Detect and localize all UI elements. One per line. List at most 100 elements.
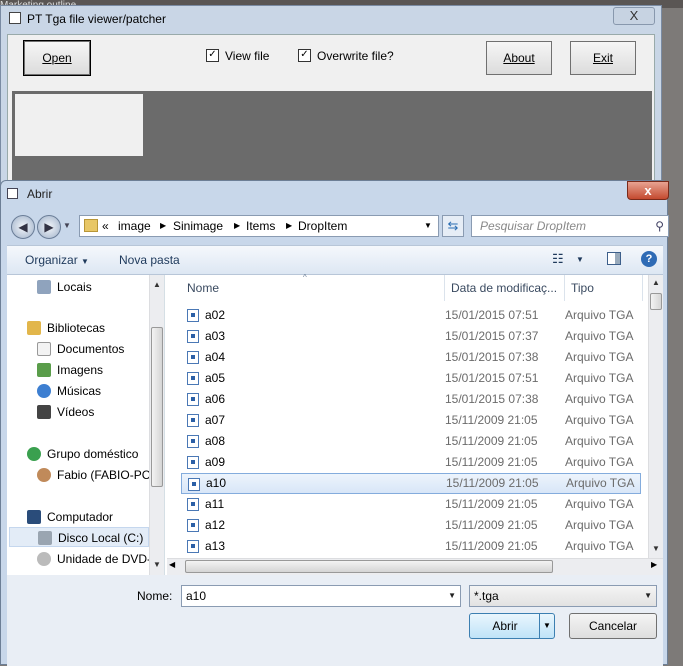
- exit-button[interactable]: Exit: [570, 41, 636, 75]
- file-type: Arquivo TGA: [565, 350, 634, 364]
- address-bar[interactable]: « image ▶ Sinimage ▶ Items ▶ DropItem ▼: [79, 215, 439, 237]
- separator-icon: ▶: [286, 221, 293, 230]
- tga-file-icon: [187, 435, 199, 448]
- file-row[interactable]: a04 15/01/2015 07:38 Arquivo TGA: [181, 347, 641, 368]
- dialog-toolbar: Organizar ▼ Nova pasta ☷ ▼ ?: [7, 245, 663, 275]
- file-scroll-thumb[interactable]: [650, 293, 662, 310]
- nav-item-documentos[interactable]: Documentos: [37, 339, 124, 359]
- search-input[interactable]: Pesquisar DropItem ⚲: [471, 215, 669, 237]
- scroll-left-icon[interactable]: ◀: [169, 560, 175, 569]
- nav-item-fabio[interactable]: Fabio (FABIO-PC: [37, 465, 150, 485]
- back-arrow-icon: ◀: [18, 220, 28, 234]
- chevron-down-icon: ▼: [81, 257, 89, 266]
- open-file-button[interactable]: Abrir ▼: [469, 613, 555, 639]
- nav-scroll-thumb[interactable]: [151, 327, 163, 487]
- file-row[interactable]: a11 15/11/2009 21:05 Arquivo TGA: [181, 494, 641, 515]
- file-name: a09: [205, 455, 226, 469]
- chevron-down-icon[interactable]: ▼: [448, 586, 456, 606]
- view-options-icon[interactable]: ☷: [552, 251, 564, 267]
- file-type: Arquivo TGA: [565, 539, 634, 553]
- documents-icon: [37, 341, 51, 356]
- hscroll-thumb[interactable]: [185, 560, 553, 573]
- scroll-right-icon[interactable]: ▶: [651, 560, 657, 569]
- nav-item-locais[interactable]: Locais: [37, 277, 92, 297]
- forward-button[interactable]: ▶: [37, 215, 61, 239]
- search-placeholder: Pesquisar DropItem: [480, 219, 587, 233]
- file-row[interactable]: a06 15/01/2015 07:38 Arquivo TGA: [181, 389, 641, 410]
- file-type: Arquivo TGA: [565, 413, 634, 427]
- file-row[interactable]: a07 15/11/2009 21:05 Arquivo TGA: [181, 410, 641, 431]
- filename-input[interactable]: a10 ▼: [181, 585, 461, 607]
- scroll-up-icon[interactable]: ▲: [150, 277, 164, 292]
- file-row[interactable]: a03 15/01/2015 07:37 Arquivo TGA: [181, 326, 641, 347]
- organize-button[interactable]: Organizar ▼: [25, 253, 89, 267]
- scroll-down-icon[interactable]: ▼: [649, 541, 663, 556]
- image-preview: [15, 94, 143, 156]
- app-client-area: Open ✓ View file ✓ Overwrite file? About E…: [7, 34, 655, 184]
- overwrite-file-checkbox[interactable]: ✓ Overwrite file?: [298, 49, 394, 65]
- file-date: 15/01/2015 07:38: [445, 350, 539, 364]
- file-date: 15/11/2009 21:05: [445, 497, 538, 511]
- file-row[interactable]: a09 15/11/2009 21:05 Arquivo TGA: [181, 452, 641, 473]
- refresh-icon: ⇆: [447, 218, 459, 233]
- checkbox-checked-icon: ✓: [298, 49, 311, 63]
- file-type: Arquivo TGA: [565, 518, 634, 532]
- dvd-drive-icon: [37, 551, 51, 566]
- view-file-label: View file: [225, 49, 270, 63]
- column-header-type[interactable]: Tipo: [565, 275, 643, 301]
- open-file-dialog: Abrir x ◀ ▶ ▼ « image ▶ Sinimage ▶ Items…: [0, 180, 669, 666]
- file-date: 15/01/2015 07:37: [445, 329, 539, 343]
- file-type: Arquivo TGA: [565, 497, 634, 511]
- column-header-date[interactable]: Data de modificaç...: [445, 275, 565, 301]
- open-button[interactable]: Open: [23, 40, 91, 76]
- file-list-hscrollbar[interactable]: ◀ ▶: [167, 558, 663, 575]
- about-button[interactable]: About: [486, 41, 552, 75]
- address-segment-dropitem[interactable]: DropItem: [298, 219, 347, 233]
- address-overflow[interactable]: «: [102, 219, 109, 233]
- file-row[interactable]: a10 15/11/2009 21:05 Arquivo TGA: [181, 473, 641, 494]
- cancel-button[interactable]: Cancelar: [569, 613, 657, 639]
- address-dropdown-icon[interactable]: ▼: [424, 221, 432, 230]
- view-options-dropdown-icon[interactable]: ▼: [576, 255, 584, 264]
- preview-pane-icon[interactable]: [607, 252, 621, 265]
- tga-file-icon: [187, 330, 199, 343]
- tga-file-icon: [187, 456, 199, 469]
- nav-item-computador[interactable]: Computador: [27, 507, 113, 527]
- app-close-button[interactable]: X: [613, 7, 655, 25]
- recent-locations-dropdown[interactable]: ▼: [63, 221, 71, 230]
- file-row[interactable]: a08 15/11/2009 21:05 Arquivo TGA: [181, 431, 641, 452]
- new-folder-button[interactable]: Nova pasta: [119, 253, 180, 267]
- nav-item-disco-local[interactable]: Disco Local (C:): [9, 527, 149, 547]
- address-segment-image[interactable]: image: [118, 219, 151, 233]
- nav-item-musicas[interactable]: Músicas: [37, 381, 101, 401]
- file-row[interactable]: a13 15/11/2009 21:05 Arquivo TGA: [181, 536, 641, 557]
- computer-icon: [27, 509, 41, 524]
- address-segment-items[interactable]: Items: [246, 219, 275, 233]
- nav-scrollbar[interactable]: ▲ ▼: [149, 275, 164, 575]
- address-segment-sinimage[interactable]: Sinimage: [173, 219, 223, 233]
- nav-item-videos[interactable]: Vídeos: [37, 402, 94, 422]
- refresh-button[interactable]: ⇆: [442, 215, 464, 237]
- view-file-checkbox[interactable]: ✓ View file: [206, 49, 269, 65]
- file-type-filter[interactable]: *.tga ▼: [469, 585, 657, 607]
- file-list-scrollbar[interactable]: ▲ ▼: [648, 275, 663, 558]
- open-options-dropdown-icon[interactable]: ▼: [539, 614, 554, 638]
- nav-item-dvd[interactable]: Unidade de DVD-: [37, 549, 151, 569]
- nav-item-bibliotecas[interactable]: Bibliotecas: [27, 318, 105, 338]
- nav-item-grupo-domestico[interactable]: Grupo doméstico: [27, 444, 138, 464]
- nav-item-imagens[interactable]: Imagens: [37, 360, 103, 380]
- file-name: a06: [205, 392, 226, 406]
- scroll-down-icon[interactable]: ▼: [150, 557, 164, 572]
- file-name: a10: [206, 476, 227, 490]
- dialog-icon: [7, 188, 18, 199]
- file-type: Arquivo TGA: [565, 434, 634, 448]
- file-name: a11: [205, 497, 225, 511]
- scroll-up-icon[interactable]: ▲: [649, 275, 663, 290]
- file-row[interactable]: a02 15/01/2015 07:51 Arquivo TGA: [181, 305, 641, 326]
- help-icon[interactable]: ?: [641, 251, 657, 267]
- back-button[interactable]: ◀: [11, 215, 35, 239]
- dialog-close-button[interactable]: x: [627, 181, 669, 200]
- column-header-name[interactable]: Nome: [181, 275, 445, 301]
- file-row[interactable]: a05 15/01/2015 07:51 Arquivo TGA: [181, 368, 641, 389]
- file-row[interactable]: a12 15/11/2009 21:05 Arquivo TGA: [181, 515, 641, 536]
